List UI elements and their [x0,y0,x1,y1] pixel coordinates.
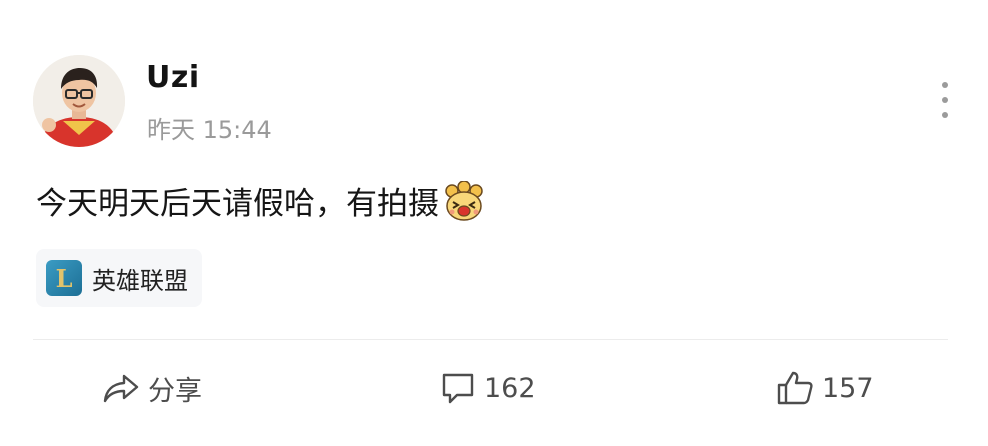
post-card: Uzi 昨天 15:44 今天明天后天请假哈，有拍摄 L 英雄联盟 分享 162… [0,0,988,446]
topic-logo-letter: L [55,263,73,293]
topic-label: 英雄联盟 [92,266,188,295]
more-options-button[interactable] [930,78,960,122]
league-of-legends-logo-icon: L [46,260,82,296]
post-content: 今天明天后天请假哈，有拍摄 [36,178,485,223]
avatar[interactable] [33,55,125,147]
divider [33,339,948,340]
more-dot-icon [942,82,948,88]
comment-icon [442,373,474,404]
like-button[interactable]: 157 [776,366,874,410]
user-avatar-icon [33,55,125,147]
share-button[interactable]: 分享 [102,366,202,410]
share-label: 分享 [148,375,202,407]
thumbs-up-icon [777,371,813,405]
comment-count: 162 [484,372,536,404]
like-count: 157 [822,372,874,404]
post-text: 今天明天后天请假哈，有拍摄 [36,186,439,222]
laughing-face-emoji-icon [443,179,485,223]
more-dot-icon [942,112,948,118]
more-dot-icon [942,97,948,103]
share-icon [103,374,139,403]
username[interactable]: Uzi [146,60,200,95]
topic-tag-league-of-legends[interactable]: L 英雄联盟 [36,249,202,307]
comment-button[interactable]: 162 [440,366,536,410]
post-timestamp: 昨天 15:44 [147,116,272,144]
